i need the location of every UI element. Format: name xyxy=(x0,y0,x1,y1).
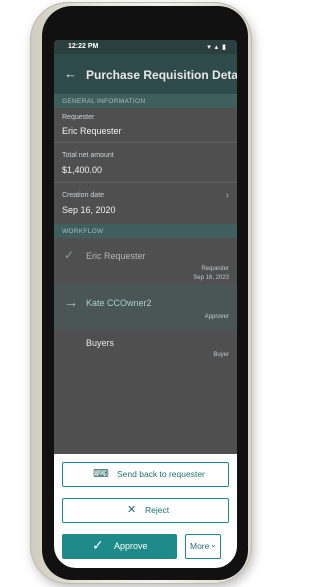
more-button[interactable]: More ⌄ xyxy=(185,534,221,559)
creation-date-value: Sep 16, 2020 xyxy=(62,205,116,215)
status-time: 12:22 PM xyxy=(68,43,99,50)
workflow-step-current: → Kate CCOwner2 Approver xyxy=(54,284,237,330)
workflow-step-name: Eric Requester xyxy=(86,251,146,261)
reject-label: Reject xyxy=(145,505,170,515)
creation-date-row[interactable]: Creation date Sep 16, 2020 › xyxy=(54,183,237,223)
status-icons: ▾ ▴ ▮ xyxy=(207,44,227,51)
section-header-workflow: WORKFLOW xyxy=(54,224,237,238)
arrow-right-icon: → xyxy=(64,294,78,310)
phone-side-button xyxy=(31,118,35,152)
close-icon: ✕ xyxy=(127,504,137,516)
requester-label: Requester xyxy=(62,114,95,121)
workflow-step-name: Buyers xyxy=(86,338,115,348)
phone-screen: 12:22 PM ▾ ▴ ▮ ← Purchase Requisition De… xyxy=(42,6,248,580)
approve-button[interactable]: ✓ Approve xyxy=(62,534,177,559)
send-back-button[interactable]: ⌨ Send back to requester xyxy=(62,462,229,487)
requester-value: Eric Requester xyxy=(62,126,122,136)
phone-side-button xyxy=(31,80,35,102)
divider xyxy=(54,142,237,143)
workflow-step-role: Approver xyxy=(204,314,229,320)
status-bar: 12:22 PM ▾ ▴ ▮ xyxy=(54,40,237,54)
app-bar: ← Purchase Requisition Details xyxy=(54,54,237,94)
send-back-label: Send back to requester xyxy=(117,469,205,479)
net-amount-label: Total net amount xyxy=(62,152,114,159)
chevron-right-icon: › xyxy=(225,190,229,201)
chevron-down-icon: ⌄ xyxy=(210,540,217,549)
action-sheet: ⌨ Send back to requester ✕ Reject ✓ Appr… xyxy=(54,454,237,568)
section-header-general: GENERAL INFORMATION xyxy=(54,94,237,108)
phone-side-button xyxy=(31,160,35,194)
approve-label: Approve xyxy=(114,541,148,551)
section-header-label: WORKFLOW xyxy=(62,228,104,235)
workflow-step: Buyers Buyer xyxy=(54,330,237,376)
workflow-step-role: Requester xyxy=(201,266,229,272)
workflow-step: ✓ Eric Requester Requester Sep 16, 2023 xyxy=(54,238,237,284)
workflow-step-name: Kate CCOwner2 xyxy=(86,298,152,308)
checkmark-icon: ✓ xyxy=(64,248,75,262)
net-amount-value: $1,400.00 xyxy=(62,165,103,175)
workflow-step-date: Sep 16, 2023 xyxy=(193,275,229,281)
page-title: Purchase Requisition Details xyxy=(86,68,237,82)
reject-button[interactable]: ✕ Reject xyxy=(62,498,229,523)
more-label: More xyxy=(190,541,210,551)
checkmark-icon: ✓ xyxy=(92,537,104,553)
workflow-step-role: Buyer xyxy=(213,352,229,358)
arrow-left-icon[interactable]: ← xyxy=(64,66,77,81)
app-display: 12:22 PM ▾ ▴ ▮ ← Purchase Requisition De… xyxy=(54,40,237,568)
creation-date-label: Creation date xyxy=(62,192,105,199)
send-back-icon: ⌨ xyxy=(93,468,109,480)
section-header-label: GENERAL INFORMATION xyxy=(62,98,146,105)
